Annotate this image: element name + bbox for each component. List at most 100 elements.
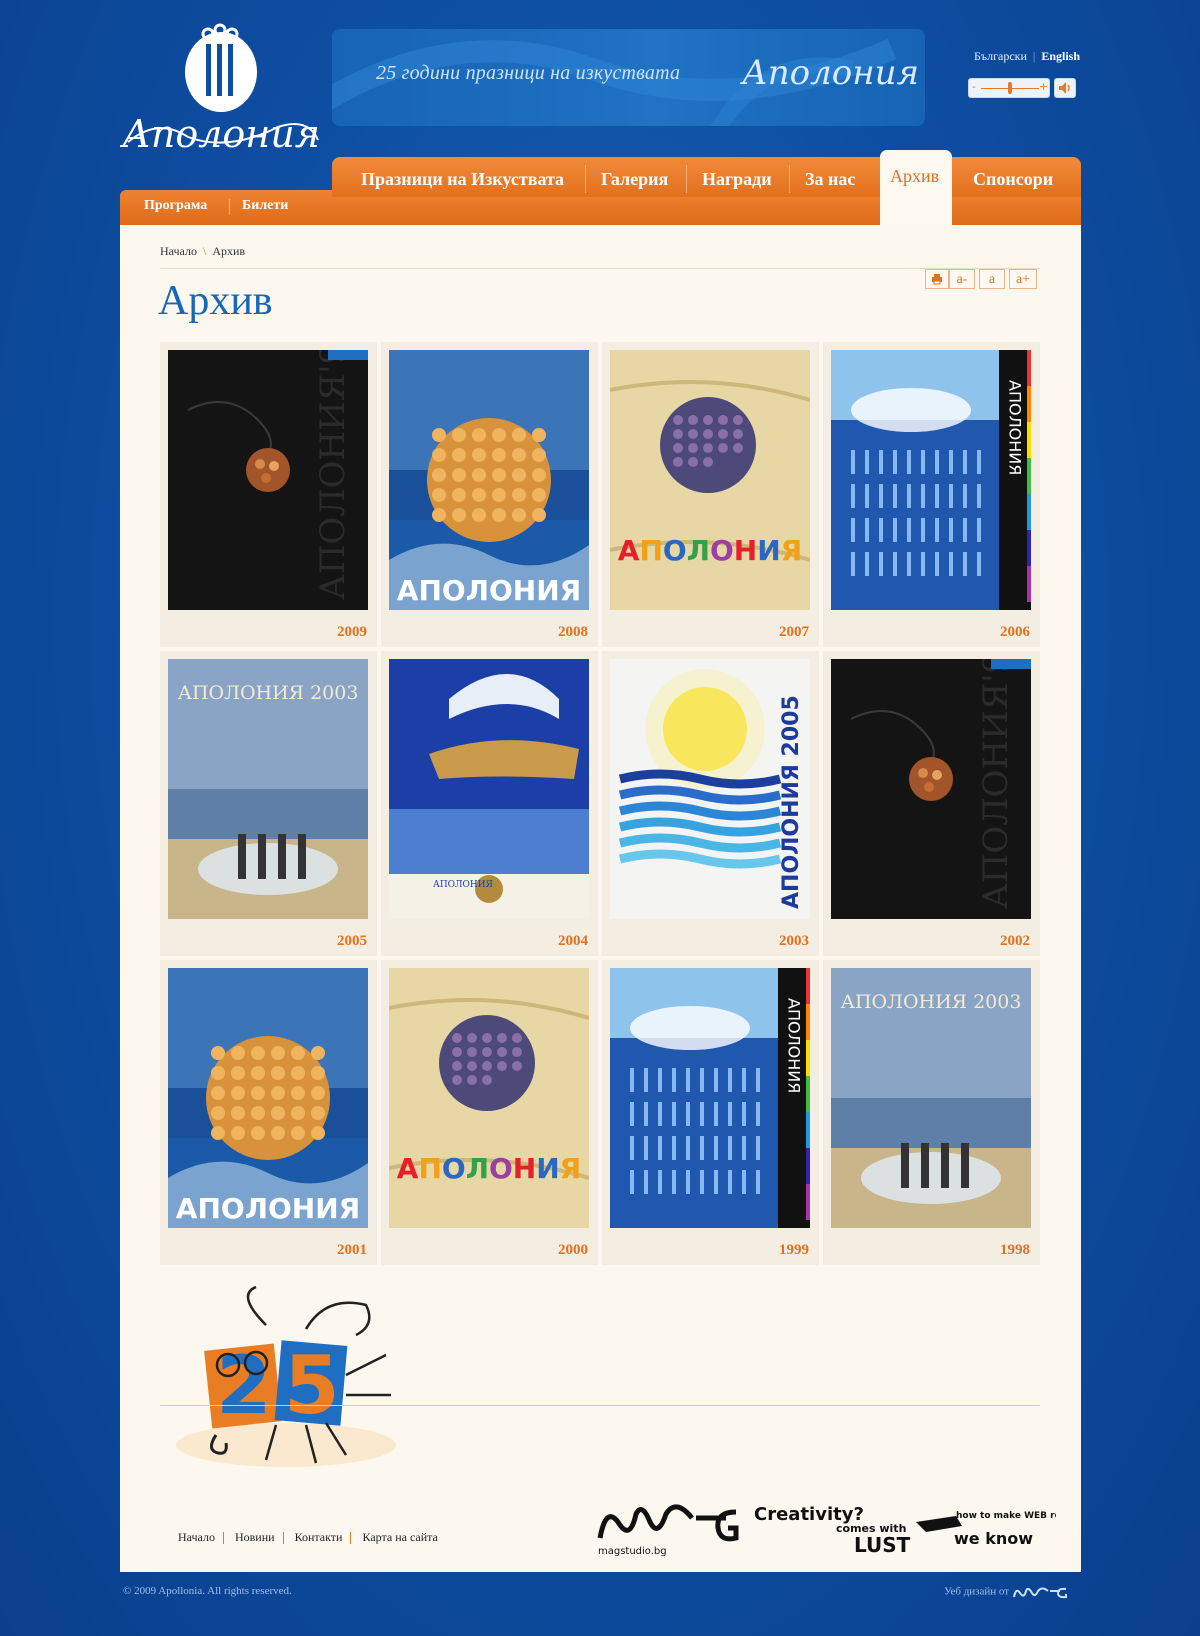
footer-link-home[interactable]: Начало	[170, 1530, 223, 1544]
footer-link-news[interactable]: Новини	[227, 1530, 283, 1544]
festival-poster-image[interactable]: АПОЛОНИЯ	[389, 659, 589, 919]
apollonia-logo[interactable]: Аполония	[118, 22, 324, 172]
volume-slider[interactable]: - +	[968, 78, 1050, 98]
volume-minus[interactable]: -	[972, 80, 976, 93]
svg-text:2: 2	[216, 1339, 272, 1432]
webdesign-credit[interactable]: Уеб дизайн от	[944, 1585, 1068, 1599]
poster-year-link[interactable]: 2003	[779, 933, 809, 950]
breadcrumb-divider	[160, 268, 1040, 269]
poster-year-link[interactable]: 2009	[337, 624, 367, 641]
festival-poster-image[interactable]: АПОЛОНИЯ	[610, 968, 810, 1228]
festival-poster-image[interactable]: АПОЛОНИЯ 2003	[168, 659, 368, 919]
archive-item[interactable]: АПОЛОНИЯ 2004	[381, 651, 598, 956]
logo-text: Аполония	[119, 112, 320, 156]
banner-text: 25 години празници на изкуствата	[376, 62, 681, 84]
poster-year-link[interactable]: 2002	[1000, 933, 1030, 950]
tab-archive-active[interactable]: Архив	[880, 150, 952, 226]
volume-plus[interactable]: +	[1039, 80, 1048, 93]
font-normal-button[interactable]: a	[979, 269, 1005, 289]
subnav-divider	[229, 199, 230, 215]
nav-divider	[585, 165, 586, 193]
svg-text:АПОЛОНИЯ 2003: АПОЛОНИЯ 2003	[841, 991, 1022, 1013]
svg-text:АПОЛОНИЯ: АПОЛОНИЯ	[1006, 380, 1025, 475]
svg-text:АПОЛОНИЯ: АПОЛОНИЯ	[176, 1192, 360, 1225]
archive-item[interactable]: АПОЛОНИЯ 2000	[381, 960, 598, 1265]
font-smaller-button[interactable]: a-	[949, 269, 975, 289]
webdesign-label: Уеб дизайн от	[944, 1585, 1010, 1598]
nav-awards[interactable]: Награди	[702, 169, 772, 190]
mfg-mini-logo	[1012, 1587, 1067, 1599]
nav-sponsors[interactable]: Спонсори	[973, 169, 1053, 190]
lang-english[interactable]: English	[1035, 49, 1086, 63]
footer-link-sitemap[interactable]: Карта на сайта	[354, 1530, 445, 1544]
nav-gallery[interactable]: Галерия	[601, 169, 668, 190]
header-banner: 25 години празници на изкуствата Аполони…	[332, 29, 925, 126]
archive-item[interactable]: АПОЛОНИЯ 1999	[602, 960, 819, 1265]
svg-text:АПОЛОНИЯ: АПОЛОНИЯ	[397, 1152, 581, 1185]
footer-divider	[160, 1405, 1040, 1406]
banner-script-logo: Аполония	[742, 53, 920, 93]
lang-bulgarian[interactable]: Български	[968, 49, 1033, 63]
svg-text:АПОЛОНИЯ: АПОЛОНИЯ	[618, 534, 802, 567]
poster-year-link[interactable]: 2005	[337, 933, 367, 950]
subnav-program[interactable]: Програма	[144, 198, 207, 214]
studio-name: magstudio.bg	[598, 1546, 667, 1557]
volume-control: - +	[968, 78, 1077, 98]
font-larger-button[interactable]: a+	[1009, 269, 1037, 289]
archive-item[interactable]: АПОЛОНИЯ 2003 2005	[160, 651, 377, 956]
festival-poster-image[interactable]: АПОЛОНИЯ	[168, 968, 368, 1228]
footer-navigation: Начало Новини Контакти Карта на сайта	[170, 1530, 446, 1545]
language-switcher: Български | English	[968, 49, 1086, 64]
print-icon[interactable]	[925, 269, 949, 289]
breadcrumb-home[interactable]: Начало	[160, 244, 197, 258]
festival-poster-image[interactable]: АПОЛОНИЯ 2005	[610, 659, 810, 919]
slogan-make-web: how to make WEB reality	[956, 1511, 1056, 1521]
archive-item[interactable]: АПОЛОНИЯ 2006	[823, 342, 1040, 647]
breadcrumb: Начало \ Архив	[160, 244, 246, 258]
svg-text:5: 5	[284, 1339, 340, 1432]
poster-year-link[interactable]: 2007	[779, 624, 809, 641]
archive-item[interactable]: АПОЛОНИЯ 2003 1998	[823, 960, 1040, 1265]
archive-item[interactable]: АПОЛОНИЯ 2005 2003	[602, 651, 819, 956]
volume-knob[interactable]	[1008, 82, 1012, 94]
archive-item[interactable]: АПОЛОНИЯ'99 2002	[823, 651, 1040, 956]
subnav-tickets[interactable]: Билети	[242, 198, 288, 214]
archive-item[interactable]: АПОЛОНИЯ'99 2009	[160, 342, 377, 647]
svg-text:АПОЛОНИЯ'99: АПОЛОНИЯ'99	[976, 659, 1016, 909]
festival-poster-image[interactable]: АПОЛОНИЯ	[389, 968, 589, 1228]
poster-year-link[interactable]: 1998	[1000, 1242, 1030, 1259]
festival-poster-image[interactable]: АПОЛОНИЯ	[389, 350, 589, 610]
page-title: Архив	[158, 278, 273, 324]
festival-poster-image[interactable]: АПОЛОНИЯ 2003	[831, 968, 1031, 1228]
content-panel: Начало \ Архив Архив a- a a+ АПОЛОНИЯ'99 2…	[120, 225, 1081, 1572]
festival-poster-image[interactable]: АПОЛОНИЯ'99	[168, 350, 368, 610]
slogan-lust: LUST	[854, 1533, 911, 1557]
festival-poster-image[interactable]: АПОЛОНИЯ'99	[831, 659, 1031, 919]
nav-archive[interactable]: Архив	[890, 166, 939, 187]
svg-text:АПОЛОНИЯ 2003: АПОЛОНИЯ 2003	[178, 682, 359, 704]
footer-link-contacts[interactable]: Контакти	[287, 1530, 351, 1544]
speaker-icon[interactable]	[1054, 78, 1076, 98]
archive-item[interactable]: АПОЛОНИЯ 2008	[381, 342, 598, 647]
nav-divider	[686, 165, 687, 193]
nav-about[interactable]: За нас	[805, 169, 855, 190]
festival-poster-image[interactable]: АПОЛОНИЯ	[831, 350, 1031, 610]
svg-text:АПОЛОНИЯ: АПОЛОНИЯ	[397, 574, 581, 607]
festival-25-mascot: 2 5	[176, 1285, 396, 1467]
festival-poster-image[interactable]: АПОЛОНИЯ	[610, 350, 810, 610]
svg-text:АПОЛОНИЯ: АПОЛОНИЯ	[785, 998, 804, 1093]
poster-year-link[interactable]: 2004	[558, 933, 588, 950]
poster-year-link[interactable]: 1999	[779, 1242, 809, 1259]
nav-divider	[789, 165, 790, 193]
breadcrumb-current: Архив	[212, 244, 246, 258]
slogan-we-know: we know	[954, 1529, 1033, 1548]
nav-festivals[interactable]: Празници на Изкуствата	[361, 169, 564, 190]
poster-year-link[interactable]: 2001	[337, 1242, 367, 1259]
archive-item[interactable]: АПОЛОНИЯ 2007	[602, 342, 819, 647]
poster-year-link[interactable]: 2000	[558, 1242, 588, 1259]
poster-year-link[interactable]: 2006	[1000, 624, 1030, 641]
archive-item[interactable]: АПОЛОНИЯ 2001	[160, 960, 377, 1265]
poster-year-link[interactable]: 2008	[558, 624, 588, 641]
svg-text:АПОЛОНИЯ 2005: АПОЛОНИЯ 2005	[779, 695, 804, 909]
studio-credits[interactable]: magstudio.bg Creativity? comes with LUST…	[596, 1492, 1056, 1558]
